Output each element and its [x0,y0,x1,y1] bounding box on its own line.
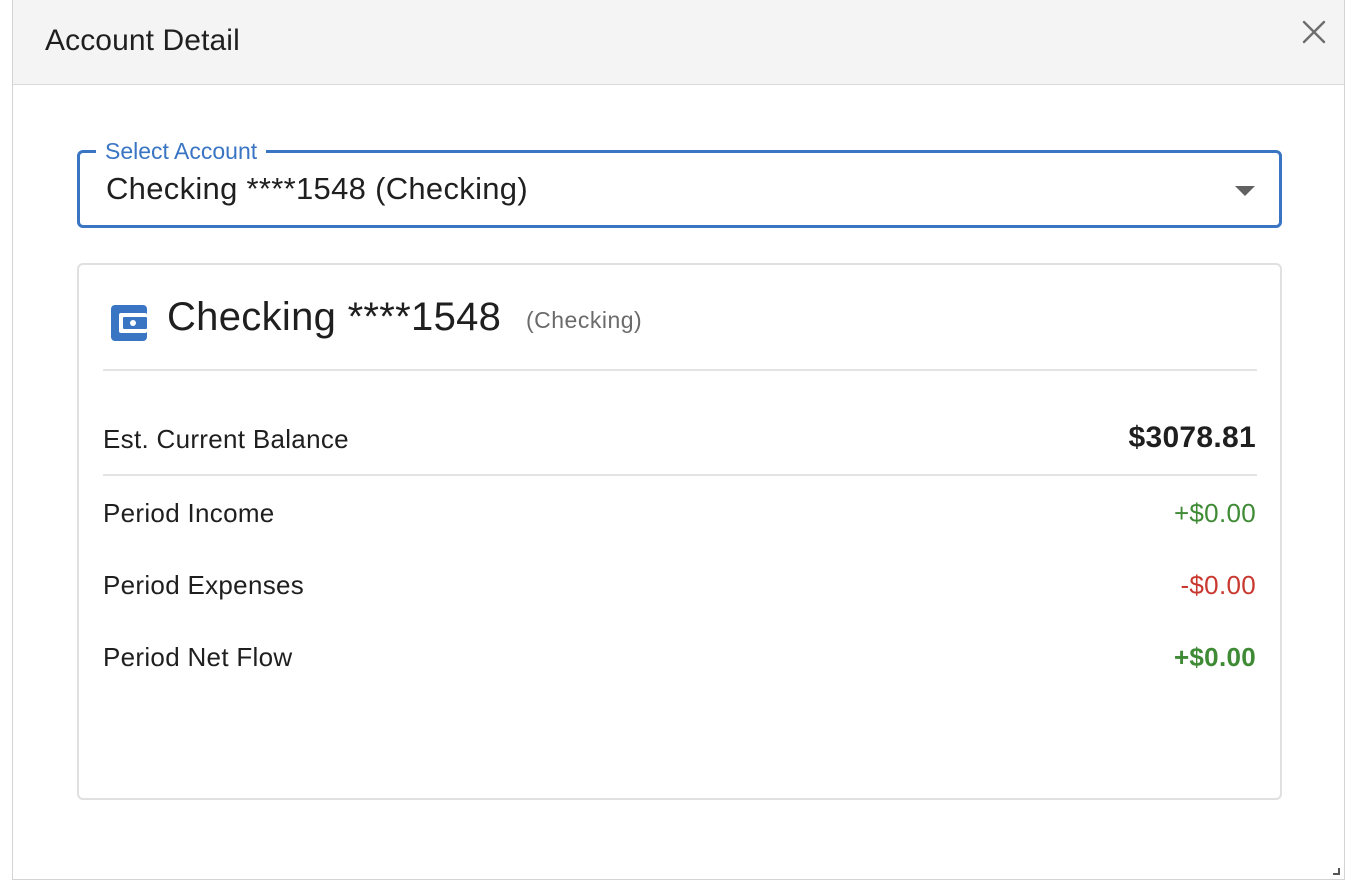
dialog-header: Account Detail [13,0,1344,85]
dialog-title: Account Detail [45,24,240,57]
net-flow-value: +$0.00 [1173,642,1256,672]
account-type: (Checking) [526,307,643,333]
expenses-value: -$0.00 [1180,570,1256,600]
balance-label: Est. Current Balance [103,424,349,454]
select-account-value: Checking ****1548 (Checking) [106,171,528,206]
divider [103,369,1257,371]
close-button[interactable] [1298,16,1330,48]
resize-handle-icon[interactable] [1331,866,1341,876]
divider [103,474,1257,476]
chevron-down-icon [1235,186,1255,196]
income-label: Period Income [103,498,275,528]
expenses-label: Period Expenses [103,570,305,600]
balance-value: $3078.81 [1128,421,1256,454]
net-flow-label: Period Net Flow [103,642,293,672]
account-summary-card: Checking ****1548 (Checking) Est. Curren… [77,263,1282,800]
wallet-icon [111,305,147,341]
select-account-label: Select Account [96,136,267,166]
account-name: Checking ****1548 [167,295,502,339]
income-value: +$0.00 [1173,498,1256,528]
account-detail-dialog: Account Detail Select Account Checking *… [12,0,1345,880]
close-icon [1302,20,1326,44]
select-account-dropdown[interactable]: Select Account Checking ****1548 (Checki… [77,136,1282,228]
